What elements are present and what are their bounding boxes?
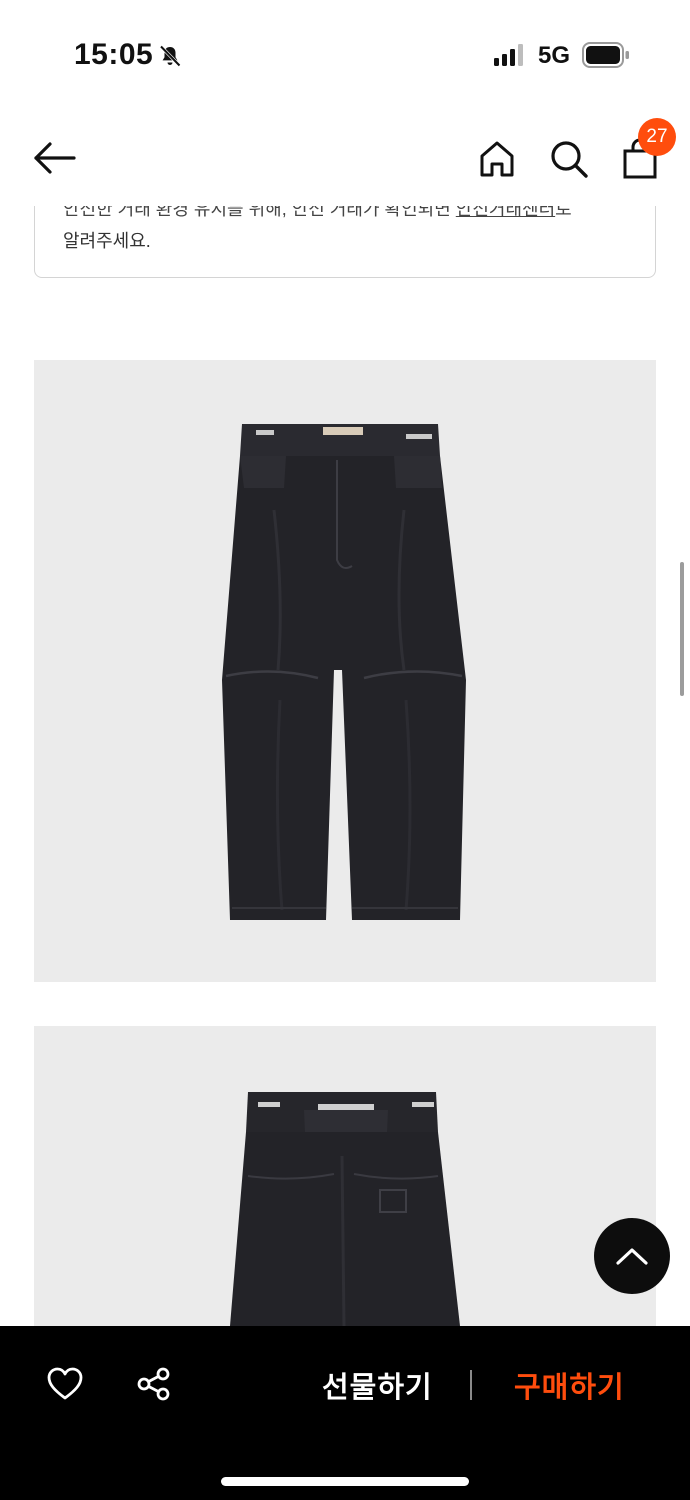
home-icon[interactable] [474, 136, 520, 182]
signal-icon [494, 44, 523, 66]
search-icon[interactable] [546, 136, 592, 182]
gift-button[interactable]: 선물하기 [322, 1364, 433, 1406]
bar-divider [470, 1370, 472, 1400]
bottom-action-bar: 선물하기 구매하기 [0, 1326, 690, 1500]
app-header [0, 110, 690, 206]
product-image-front[interactable] [34, 360, 656, 982]
status-time: 15:05 [74, 38, 154, 71]
bell-slash-icon [159, 45, 181, 67]
network-label: 5G [538, 42, 571, 69]
home-indicator [221, 1477, 469, 1486]
cart-count-badge: 27 [638, 118, 676, 156]
battery-icon [582, 42, 629, 68]
jeans-back-illustration [230, 1092, 460, 1326]
scroll-to-top-button[interactable] [594, 1218, 670, 1294]
jeans-front-illustration [222, 424, 466, 920]
back-arrow-icon[interactable] [28, 136, 80, 180]
share-icon[interactable] [136, 1366, 172, 1402]
product-image-back[interactable] [34, 1026, 656, 1326]
scroll-indicator[interactable] [680, 562, 684, 696]
heart-icon[interactable] [46, 1366, 84, 1402]
notice-text-line2: 알려주세요. [63, 231, 151, 251]
chevron-up-icon [616, 1248, 648, 1265]
buy-button[interactable]: 구매하기 [514, 1364, 625, 1406]
status-bar: 15:05 5G [0, 0, 690, 110]
